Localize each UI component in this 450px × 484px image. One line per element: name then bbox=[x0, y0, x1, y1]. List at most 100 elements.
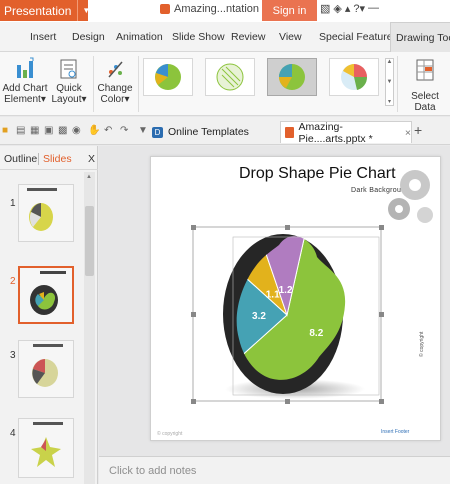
redo-icon[interactable]: ↷ bbox=[120, 125, 128, 136]
slide-side-text: © copyright bbox=[419, 331, 425, 357]
minimize-icon[interactable]: — bbox=[368, 2, 379, 15]
slide-thumbnail-4[interactable] bbox=[18, 418, 74, 478]
slide-thumbnail-3[interactable] bbox=[18, 340, 74, 398]
quick-layout-label-1: Quick bbox=[56, 83, 82, 94]
title-bar: Presentation ▼ Amazing...ntation Sign in… bbox=[0, 0, 450, 22]
chart-style-thumb-4[interactable] bbox=[329, 58, 379, 96]
tab-review[interactable]: Review bbox=[231, 31, 265, 43]
palette-icon bbox=[108, 61, 123, 78]
pie-data-label: 8.2 bbox=[309, 328, 323, 339]
quick-layout-button[interactable]: Quick Layout▾ bbox=[49, 57, 89, 105]
change-color-label-1: Change bbox=[97, 83, 133, 94]
change-color-label-2: Color bbox=[100, 94, 125, 105]
app-menu-button[interactable]: Presentation ▼ bbox=[0, 0, 90, 21]
print-preview-icon[interactable]: ▣ bbox=[44, 125, 53, 136]
slides-scrollbar[interactable]: ▲ bbox=[84, 172, 95, 484]
divider bbox=[397, 56, 398, 112]
shirt-icon[interactable]: ▧ bbox=[320, 2, 330, 15]
quick-layout-label-2: Layout bbox=[51, 94, 82, 105]
chart-style-thumb-1[interactable] bbox=[143, 58, 193, 96]
format-painter-icon[interactable]: ✋ bbox=[88, 125, 100, 136]
slide-thumbnail-graphic bbox=[19, 185, 73, 241]
resize-handle[interactable] bbox=[191, 399, 196, 404]
undo-icon[interactable]: ↶ bbox=[104, 125, 112, 136]
save-icon[interactable]: ▤ bbox=[16, 125, 25, 136]
chevron-down-icon[interactable]: ▼ bbox=[77, 0, 90, 21]
pie-style-thumbnail bbox=[216, 63, 244, 91]
add-chart-element-button[interactable]: Add Chart Element▾ bbox=[2, 57, 48, 105]
slide-thumbnail-2[interactable] bbox=[18, 266, 74, 324]
add-chart-label-2: Element bbox=[4, 94, 41, 105]
close-panel-button[interactable]: X bbox=[88, 153, 95, 165]
notes-pane[interactable]: Click to add notes bbox=[99, 456, 450, 484]
gallery-scrollbar[interactable]: ▲ ▼ ▾ bbox=[385, 58, 394, 106]
change-color-button[interactable]: Change Color▾ bbox=[96, 57, 134, 105]
resize-handle[interactable] bbox=[379, 312, 384, 317]
chevron-down-icon[interactable]: ▼ bbox=[387, 79, 393, 85]
tab-view[interactable]: View bbox=[279, 31, 302, 43]
resize-handle[interactable] bbox=[191, 225, 196, 230]
tab-animation[interactable]: Animation bbox=[116, 31, 163, 43]
panel-tabs: Outline Slides X bbox=[0, 146, 98, 170]
slide-number: 3 bbox=[10, 350, 16, 361]
title-icons: ▧ ◈ ▴ ?▾ — bbox=[320, 2, 379, 15]
online-templates-tab[interactable]: D Online Templates bbox=[152, 121, 249, 143]
quick-access-toolbar: ■ ▤ ▦ ▣ ▩ ◉ ✋ ↶ ↷ ▼ D Online Templates A… bbox=[0, 117, 450, 145]
slide-thumbnail-graphic bbox=[20, 268, 72, 322]
close-icon[interactable]: × bbox=[405, 127, 411, 139]
chevron-up-icon[interactable]: ▲ bbox=[387, 59, 393, 65]
slide-thumbnail-graphic bbox=[19, 419, 73, 477]
pie-data-label: 3.2 bbox=[252, 311, 266, 322]
chart-style-thumb-3[interactable] bbox=[267, 58, 317, 96]
tab-slides[interactable]: Slides bbox=[38, 153, 72, 165]
resize-handle[interactable] bbox=[191, 312, 196, 317]
tab-outline[interactable]: Outline bbox=[4, 153, 37, 165]
scrollbar-thumb[interactable] bbox=[85, 206, 94, 276]
document-tab[interactable]: Amazing-Pie....arts.pptx * × bbox=[280, 120, 412, 145]
shirt-icon[interactable]: ▴ bbox=[345, 2, 351, 15]
presentation-file-icon bbox=[285, 127, 294, 138]
pie-style-thumbnail bbox=[155, 64, 181, 90]
slides-panel: Outline Slides X 1 2 3 4 ▲ bbox=[0, 146, 98, 484]
tab-design[interactable]: Design bbox=[72, 31, 105, 43]
export-icon[interactable]: ▦ bbox=[30, 125, 39, 136]
divider bbox=[93, 56, 94, 112]
tab-slide-show[interactable]: Slide Show bbox=[172, 31, 225, 43]
select-data-button[interactable]: Select Data bbox=[401, 57, 449, 113]
tab-special-features[interactable]: Special Features bbox=[319, 31, 398, 43]
slide-number: 1 bbox=[10, 198, 16, 209]
help-icon[interactable]: ?▾ bbox=[353, 2, 365, 15]
pie-data-label: 1.2 bbox=[279, 285, 293, 296]
current-slide[interactable]: Drop Shape Pie Chart Dark Background 8.2… bbox=[150, 156, 441, 441]
resize-handle[interactable] bbox=[379, 225, 384, 230]
resize-handle[interactable] bbox=[285, 399, 290, 404]
pie-style-thumbnail bbox=[279, 64, 305, 90]
slide-number: 2 bbox=[10, 276, 16, 287]
more-icon[interactable]: ▾ bbox=[388, 98, 391, 105]
select-data-icon bbox=[416, 59, 434, 81]
resize-handle[interactable] bbox=[285, 225, 290, 230]
online-templates-label: Online Templates bbox=[168, 126, 249, 138]
print-icon[interactable]: ▩ bbox=[58, 125, 67, 136]
open-folder-icon[interactable]: ■ bbox=[2, 125, 8, 136]
slide-thumbnail-1[interactable] bbox=[18, 184, 74, 242]
chevron-down-icon[interactable]: ▼ bbox=[138, 125, 148, 136]
document-title-text: Amazing...ntation bbox=[174, 3, 259, 15]
resize-handle[interactable] bbox=[379, 399, 384, 404]
notes-placeholder[interactable]: Click to add notes bbox=[109, 465, 196, 477]
slide-number: 4 bbox=[10, 428, 16, 439]
chart-style-thumb-2[interactable] bbox=[205, 58, 255, 96]
pie-style-thumbnail bbox=[341, 64, 368, 90]
app-menu-label: Presentation bbox=[4, 3, 72, 18]
find-icon[interactable]: ◉ bbox=[72, 125, 81, 136]
skin-icon[interactable]: ◈ bbox=[333, 2, 341, 15]
tab-drawing-tools[interactable]: Drawing Tools bbox=[390, 22, 450, 52]
chevron-up-icon[interactable]: ▲ bbox=[86, 174, 92, 180]
slide-footer-left: © copyright bbox=[157, 431, 183, 437]
sign-in-button[interactable]: Sign in bbox=[262, 0, 317, 21]
document-title: Amazing...ntation bbox=[160, 3, 259, 15]
new-tab-button[interactable]: + bbox=[414, 122, 422, 138]
templates-icon: D bbox=[152, 126, 163, 138]
tab-insert[interactable]: Insert bbox=[30, 31, 56, 43]
document-tab-label: Amazing-Pie....arts.pptx * bbox=[298, 120, 373, 145]
